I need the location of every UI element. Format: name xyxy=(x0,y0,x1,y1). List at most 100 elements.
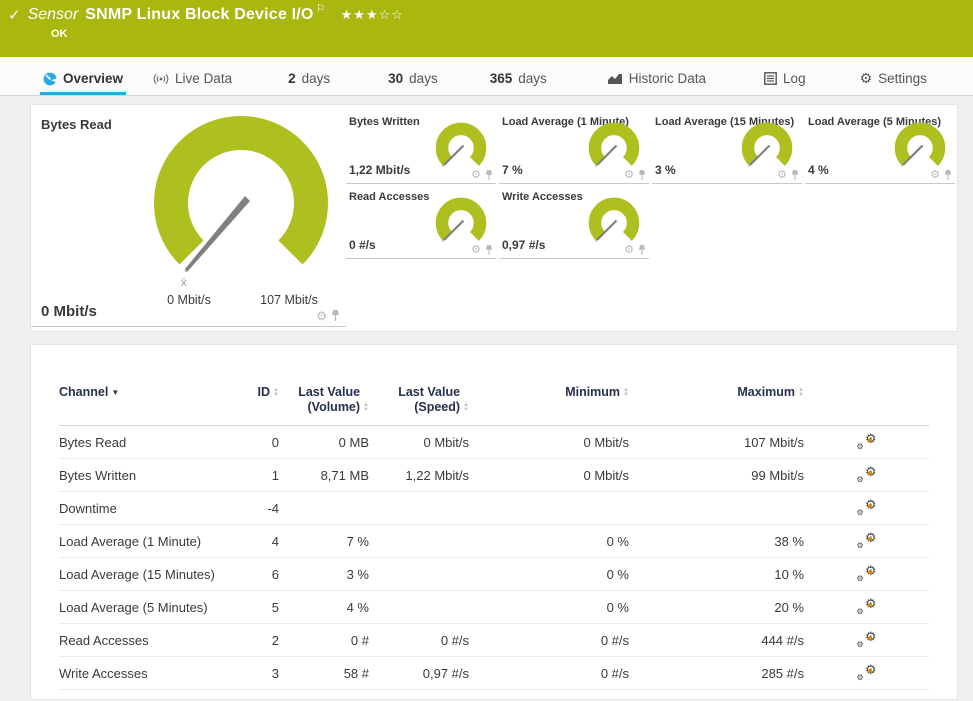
status-check-icon: ✓ xyxy=(8,6,21,24)
tab-overview[interactable]: Overview xyxy=(40,65,126,95)
sort-icon: ▲▼ xyxy=(273,388,279,398)
gauge-settings-gear-icon[interactable]: ⚙ xyxy=(777,170,787,181)
tab-label: Historic Data xyxy=(629,71,706,86)
column-label: Last Value xyxy=(398,385,460,399)
pin-icon[interactable] xyxy=(638,170,646,181)
last-value-speed: 1,22 Mbit/s xyxy=(369,459,469,492)
pin-icon[interactable] xyxy=(791,170,799,181)
table-row-downtime[interactable]: Downtime -4 ⚙⚙ xyxy=(59,492,929,525)
maximum-value: 444 #/s xyxy=(629,624,804,657)
sort-icon: ▲▼ xyxy=(623,388,629,398)
flag-icon[interactable]: ⚐ xyxy=(316,3,326,15)
gauge-current-value: 3 % xyxy=(655,163,676,177)
pin-icon[interactable] xyxy=(638,245,646,256)
pin-icon[interactable] xyxy=(944,170,952,181)
column-header-last-value-speed[interactable]: Last Value (Speed) ▲▼ xyxy=(369,359,469,426)
edit-channel-gears-icon[interactable]: ⚙⚙ xyxy=(857,597,877,615)
gauge-title: Read Accesses xyxy=(349,191,429,203)
table-row-read-accesses[interactable]: Read Accesses 2 0 # 0 #/s 0 #/s 444 #/s … xyxy=(59,624,929,657)
column-header-maximum[interactable]: Maximum ▲▼ xyxy=(629,359,804,426)
last-value-speed xyxy=(369,492,469,525)
pin-icon[interactable] xyxy=(485,245,493,256)
edit-channel-gears-icon[interactable]: ⚙⚙ xyxy=(857,432,877,450)
pin-icon[interactable] xyxy=(485,170,493,181)
last-value-speed: 0 #/s xyxy=(369,624,469,657)
gauge-settings-gear-icon[interactable]: ⚙ xyxy=(316,310,327,322)
edit-channel-gears-icon[interactable]: ⚙⚙ xyxy=(857,465,877,483)
tab-historic-data[interactable]: Historic Data xyxy=(604,65,709,95)
minimum-value: 0 Mbit/s xyxy=(469,459,629,492)
gauge-bytes-written: Bytes Written 1,22 Mbit/s ⚙ xyxy=(346,110,496,184)
maximum-value xyxy=(629,492,804,525)
gauge-write-accesses: Write Accesses 0,97 #/s ⚙ xyxy=(499,185,649,259)
edit-channel-gears-icon[interactable]: ⚙⚙ xyxy=(857,498,877,516)
table-row-bytes-read[interactable]: Bytes Read 0 0 MB 0 Mbit/s 0 Mbit/s 107 … xyxy=(59,426,929,459)
column-header-channel[interactable]: Channel ▼ xyxy=(59,359,219,426)
tab-2-days[interactable]: 2 days xyxy=(285,65,333,95)
pin-icon[interactable] xyxy=(331,310,340,322)
priority-stars[interactable]: ★★★☆☆ xyxy=(341,7,404,23)
tab-365-days[interactable]: 365 days xyxy=(487,65,550,95)
maximum-value: 99 Mbit/s xyxy=(629,459,804,492)
sort-desc-icon: ▼ xyxy=(111,388,119,397)
tab-label: days xyxy=(409,71,438,86)
gauge-scale-min: 0 Mbit/s xyxy=(159,293,219,307)
gauge-settings-gear-icon[interactable]: ⚙ xyxy=(624,245,634,256)
last-value-volume: 4 % xyxy=(279,591,369,624)
gauge-title: Bytes Read xyxy=(41,117,112,132)
column-header-last-value-volume[interactable]: Last Value (Volume) ▲▼ xyxy=(279,359,369,426)
edit-channel-gears-icon[interactable]: ⚙⚙ xyxy=(857,531,877,549)
channel-table: Channel ▼ ID ▲▼ Last Value (Volume) ▲▼ L… xyxy=(59,359,929,690)
gauge-current-value: 0,97 #/s xyxy=(502,238,545,252)
gauge-settings-gear-icon[interactable]: ⚙ xyxy=(471,170,481,181)
tab-settings[interactable]: ⚙ Settings xyxy=(857,65,930,95)
table-row-write-accesses[interactable]: Write Accesses 3 58 # 0,97 #/s 0 #/s 285… xyxy=(59,657,929,690)
maximum-value: 10 % xyxy=(629,558,804,591)
minimum-value: 0 Mbit/s xyxy=(469,426,629,459)
column-label: Maximum xyxy=(737,385,795,400)
table-row-bytes-written[interactable]: Bytes Written 1 8,71 MB 1,22 Mbit/s 0 Mb… xyxy=(59,459,929,492)
gauge-load-average-1-minute: Load Average (1 Minute) 7 % ⚙ xyxy=(499,110,649,184)
column-header-minimum[interactable]: Minimum ▲▼ xyxy=(469,359,629,426)
tab-number: 2 xyxy=(288,71,296,86)
column-label: Last Value xyxy=(298,385,360,399)
last-value-volume: 8,71 MB xyxy=(279,459,369,492)
channel-id: 0 xyxy=(219,426,279,459)
edit-channel-gears-icon[interactable]: ⚙⚙ xyxy=(857,564,877,582)
gauge-settings-gear-icon[interactable]: ⚙ xyxy=(930,170,940,181)
tab-label: Log xyxy=(783,71,806,86)
last-value-volume: 0 MB xyxy=(279,426,369,459)
edit-channel-gears-icon[interactable]: ⚙⚙ xyxy=(857,630,877,648)
last-value-volume: 3 % xyxy=(279,558,369,591)
channel-id: 4 xyxy=(219,525,279,558)
table-row-load-average-15-minutes[interactable]: Load Average (15 Minutes) 6 3 % 0 % 10 %… xyxy=(59,558,929,591)
small-gauges-grid: Bytes Written 1,22 Mbit/s ⚙ Load Average… xyxy=(346,105,957,331)
tab-live-data[interactable]: Live Data xyxy=(150,65,235,95)
tab-30-days[interactable]: 30 days xyxy=(385,65,441,95)
tab-label: Live Data xyxy=(175,71,232,86)
sensor-status-text: OK xyxy=(51,28,963,40)
gauge-scale-max: 107 Mbit/s xyxy=(256,293,322,307)
channel-id: 5 xyxy=(219,591,279,624)
gauge-current-value: 7 % xyxy=(502,163,523,177)
table-row-load-average-1-minute[interactable]: Load Average (1 Minute) 4 7 % 0 % 38 % ⚙… xyxy=(59,525,929,558)
minimum-value: 0 % xyxy=(469,591,629,624)
column-header-id[interactable]: ID ▲▼ xyxy=(219,359,279,426)
channel-name: Load Average (5 Minutes) xyxy=(59,591,219,624)
maximum-value: 20 % xyxy=(629,591,804,624)
sort-icon: ▲▼ xyxy=(463,403,469,413)
channel-name: Load Average (15 Minutes) xyxy=(59,558,219,591)
edit-channel-gears-icon[interactable]: ⚙⚙ xyxy=(857,663,877,681)
chart-icon xyxy=(607,72,623,85)
tab-log[interactable]: Log xyxy=(761,65,809,95)
gauge-load-average-15-minutes: Load Average (15 Minutes) 3 % ⚙ xyxy=(652,110,802,184)
minimum-value: 0 % xyxy=(469,558,629,591)
channel-id: 2 xyxy=(219,624,279,657)
gauge-settings-gear-icon[interactable]: ⚙ xyxy=(471,245,481,256)
table-row-load-average-5-minutes[interactable]: Load Average (5 Minutes) 5 4 % 0 % 20 % … xyxy=(59,591,929,624)
primary-gauge-chart: x̄ xyxy=(141,111,341,296)
maximum-value: 285 #/s xyxy=(629,657,804,690)
tab-label: Overview xyxy=(63,71,123,86)
gauge-settings-gear-icon[interactable]: ⚙ xyxy=(624,170,634,181)
column-label-line2: (Volume) xyxy=(308,400,361,414)
